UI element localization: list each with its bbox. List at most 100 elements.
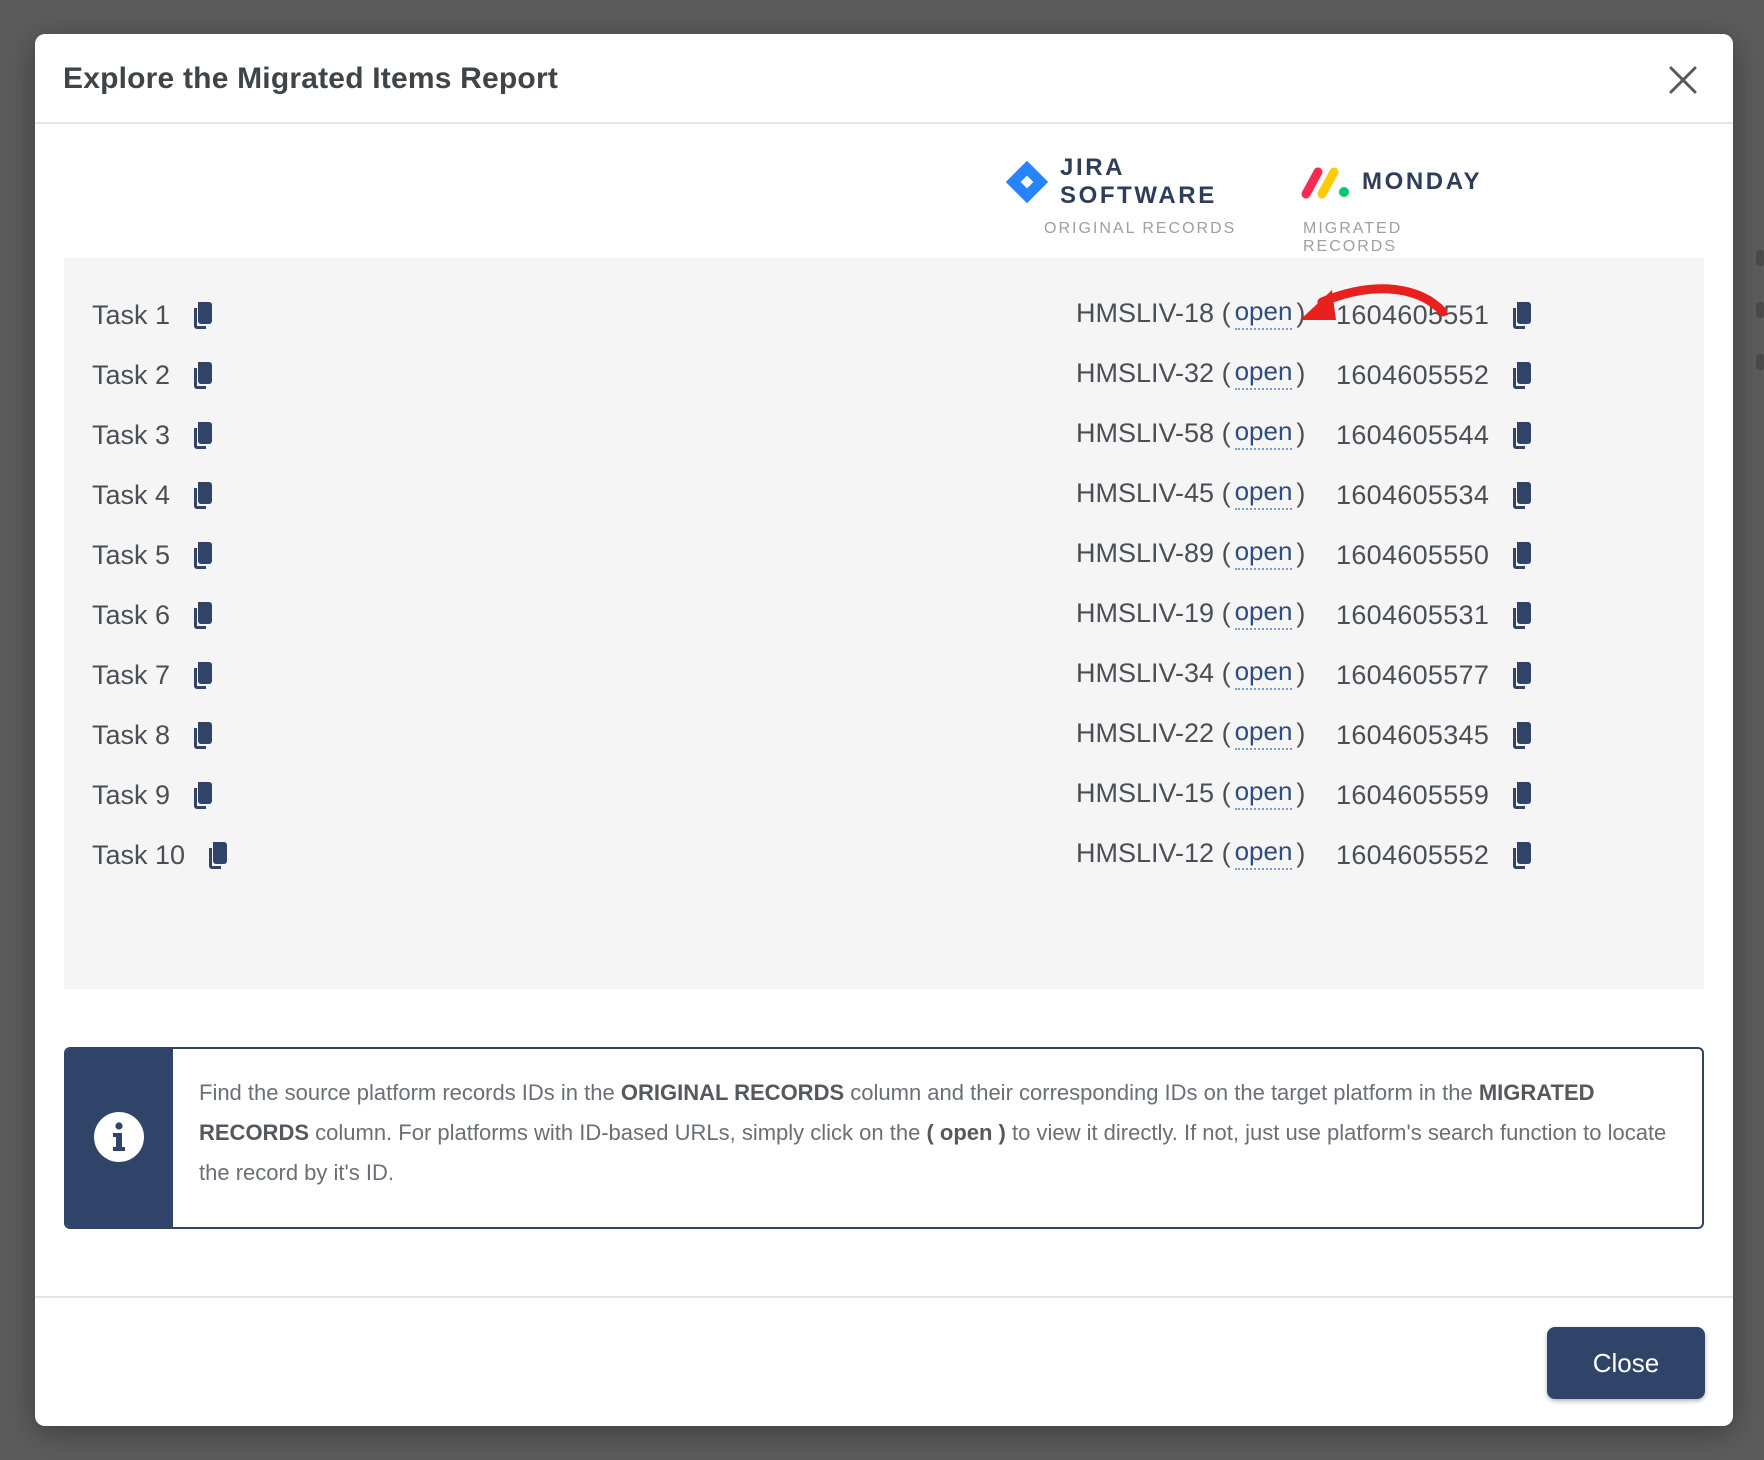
table-row: Task 4 HMSLIV-45 (open) 1604605534 bbox=[64, 466, 1704, 522]
table-row: Task 7 HMSLIV-34 (open) 1604605577 bbox=[64, 646, 1704, 702]
info-box: Find the source platform records IDs in … bbox=[64, 1047, 1704, 1229]
table-row: Task 3 HMSLIV-58 (open) 1604605544 bbox=[64, 406, 1704, 462]
migrated-record-cell: 1604605559 bbox=[1336, 780, 1533, 811]
modal-title: Explore the Migrated Items Report bbox=[63, 62, 559, 95]
copy-icon[interactable] bbox=[1509, 781, 1533, 811]
source-column-label: ORIGINAL RECORDS bbox=[1044, 220, 1237, 237]
original-record-cell: HMSLIV-32 (open) bbox=[1076, 356, 1305, 390]
copy-icon[interactable] bbox=[190, 541, 214, 571]
modal-header: Explore the Migrated Items Report bbox=[35, 34, 1733, 124]
copy-icon[interactable] bbox=[190, 661, 214, 691]
open-paren: ( bbox=[1214, 477, 1231, 508]
copy-icon[interactable] bbox=[190, 601, 214, 631]
table-row: Task 1 HMSLIV-18 (open) 1604605551 bbox=[64, 286, 1704, 342]
migrated-record-id: 1604605550 bbox=[1336, 540, 1490, 570]
close-paren: ) bbox=[1296, 657, 1306, 688]
original-record-cell: HMSLIV-34 (open) bbox=[1076, 656, 1305, 690]
original-record-id: HMSLIV-32 bbox=[1076, 357, 1215, 388]
copy-icon[interactable] bbox=[190, 361, 214, 391]
copy-icon[interactable] bbox=[190, 421, 214, 451]
open-link[interactable]: open bbox=[1234, 476, 1293, 510]
migrated-record-id: 1604605552 bbox=[1336, 360, 1490, 390]
copy-icon[interactable] bbox=[1509, 721, 1533, 751]
copy-icon[interactable] bbox=[1509, 361, 1533, 391]
open-paren: ( bbox=[1214, 777, 1231, 808]
open-paren: ( bbox=[1214, 837, 1231, 868]
close-icon[interactable] bbox=[1663, 60, 1703, 100]
migrated-record-cell: 1604605577 bbox=[1336, 660, 1533, 691]
original-record-id: HMSLIV-15 bbox=[1076, 777, 1215, 808]
task-cell: Task 3 bbox=[92, 420, 214, 451]
migrated-record-cell: 1604605534 bbox=[1336, 480, 1533, 511]
task-label: Task 4 bbox=[92, 480, 171, 510]
table-row: Task 2 HMSLIV-32 (open) 1604605552 bbox=[64, 346, 1704, 402]
source-platform-name: JIRA SOFTWARE bbox=[1060, 154, 1217, 209]
open-paren: ( bbox=[1214, 357, 1231, 388]
task-label: Task 1 bbox=[92, 300, 171, 330]
platform-headers: JIRA SOFTWARE ORIGINAL RECORDS MONDAY MI… bbox=[35, 154, 1733, 264]
task-label: Task 7 bbox=[92, 660, 171, 690]
open-link[interactable]: open bbox=[1234, 716, 1293, 750]
migrated-record-id: 1604605531 bbox=[1336, 600, 1490, 630]
copy-icon[interactable] bbox=[1509, 421, 1533, 451]
original-record-cell: HMSLIV-15 (open) bbox=[1076, 776, 1305, 810]
migrated-items-report-modal: Explore the Migrated Items Report JIRA S… bbox=[35, 34, 1733, 1426]
close-paren: ) bbox=[1296, 777, 1306, 808]
copy-icon[interactable] bbox=[205, 841, 229, 871]
close-paren: ) bbox=[1296, 717, 1306, 748]
table-row: Task 5 HMSLIV-89 (open) 1604605550 bbox=[64, 526, 1704, 582]
open-link[interactable]: open bbox=[1234, 596, 1293, 630]
copy-icon[interactable] bbox=[1509, 301, 1533, 331]
original-record-cell: HMSLIV-19 (open) bbox=[1076, 596, 1305, 630]
migrated-record-cell: 1604605550 bbox=[1336, 540, 1533, 571]
jira-logo-icon bbox=[1005, 160, 1049, 204]
open-link[interactable]: open bbox=[1234, 776, 1293, 810]
copy-icon[interactable] bbox=[1509, 841, 1533, 871]
copy-icon[interactable] bbox=[1509, 601, 1533, 631]
footer-divider bbox=[35, 1296, 1733, 1298]
open-link[interactable]: open bbox=[1234, 836, 1293, 870]
target-platform-header: MONDAY MIGRATED RECORDS bbox=[1300, 154, 1500, 256]
table-row: Task 9 HMSLIV-15 (open) 1604605559 bbox=[64, 766, 1704, 822]
migrated-record-id: 1604605544 bbox=[1336, 420, 1490, 450]
task-cell: Task 8 bbox=[92, 720, 214, 751]
migrated-record-cell: 1604605544 bbox=[1336, 420, 1533, 451]
info-icon bbox=[94, 1112, 144, 1162]
original-record-id: HMSLIV-22 bbox=[1076, 717, 1215, 748]
task-label: Task 2 bbox=[92, 360, 171, 390]
copy-icon[interactable] bbox=[1509, 541, 1533, 571]
open-link[interactable]: open bbox=[1234, 536, 1293, 570]
task-label: Task 9 bbox=[92, 780, 171, 810]
target-column-label: MIGRATED RECORDS bbox=[1303, 220, 1403, 255]
background-page-edge bbox=[1734, 250, 1764, 420]
task-cell: Task 9 bbox=[92, 780, 214, 811]
original-record-id: HMSLIV-58 bbox=[1076, 417, 1215, 448]
copy-icon[interactable] bbox=[190, 481, 214, 511]
table-row: Task 10 HMSLIV-12 (open) 1604605552 bbox=[64, 826, 1704, 882]
task-cell: Task 2 bbox=[92, 360, 214, 391]
copy-icon[interactable] bbox=[190, 301, 214, 331]
info-text: Find the source platform records IDs in … bbox=[199, 1080, 1667, 1185]
copy-icon[interactable] bbox=[190, 721, 214, 751]
open-paren: ( bbox=[1214, 537, 1231, 568]
close-paren: ) bbox=[1296, 837, 1306, 868]
close-paren: ) bbox=[1296, 477, 1306, 508]
open-link[interactable]: open bbox=[1234, 656, 1293, 690]
task-label: Task 6 bbox=[92, 600, 171, 630]
copy-icon[interactable] bbox=[1509, 481, 1533, 511]
close-paren: ) bbox=[1296, 297, 1306, 328]
table-row: Task 8 HMSLIV-22 (open) 1604605345 bbox=[64, 706, 1704, 762]
monday-logo-icon bbox=[1301, 167, 1349, 199]
migrated-record-cell: 1604605531 bbox=[1336, 600, 1533, 631]
info-sidebar bbox=[66, 1049, 173, 1227]
task-label: Task 10 bbox=[92, 840, 186, 870]
copy-icon[interactable] bbox=[190, 781, 214, 811]
open-link[interactable]: open bbox=[1234, 416, 1293, 450]
close-button[interactable]: Close bbox=[1547, 1327, 1705, 1399]
close-paren: ) bbox=[1296, 417, 1306, 448]
source-platform-header: JIRA SOFTWARE ORIGINAL RECORDS bbox=[1002, 154, 1277, 238]
open-link[interactable]: open bbox=[1234, 296, 1293, 330]
open-link[interactable]: open bbox=[1234, 356, 1293, 390]
copy-icon[interactable] bbox=[1509, 661, 1533, 691]
target-platform-name: MONDAY bbox=[1362, 168, 1483, 195]
